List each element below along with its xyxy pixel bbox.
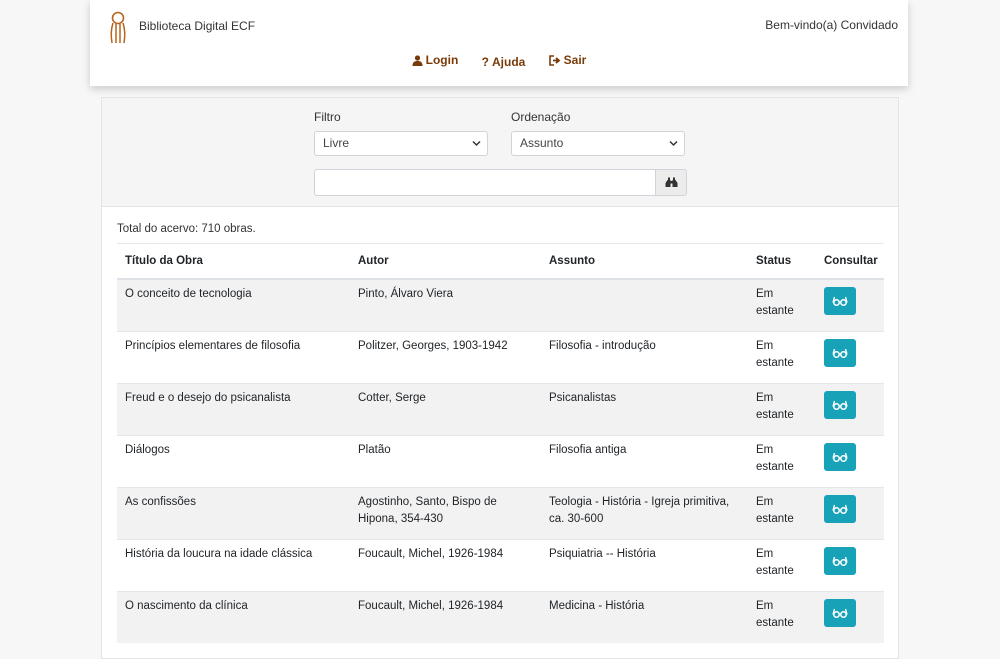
table-row: O nascimento da clínica Foucault, Michel… <box>117 590 884 643</box>
order-label: Ordenação <box>511 110 571 124</box>
question-icon: ? <box>481 54 489 69</box>
glasses-icon <box>832 296 848 306</box>
book-subject <box>541 278 748 331</box>
library-logo-icon <box>110 11 126 44</box>
filter-select[interactable]: Livre <box>314 131 488 156</box>
binoculars-icon <box>665 177 677 187</box>
table-row: As confissões Agostinho, Santo, Bispo de… <box>117 486 884 539</box>
column-header-consult: Consultar <box>816 243 884 280</box>
filter-label: Filtro <box>314 110 341 124</box>
book-title: Diálogos <box>117 434 350 487</box>
book-status: Em estante <box>748 590 816 643</box>
filter-select-value: Livre <box>323 136 350 150</box>
help-link[interactable]: ? Ajuda <box>482 55 526 69</box>
book-title: Princípios elementares de filosofia <box>117 330 350 383</box>
book-subject: Psiquiatria -- História <box>541 538 748 591</box>
column-header-status: Status <box>748 243 816 280</box>
consult-button[interactable] <box>824 287 856 315</box>
consult-button[interactable] <box>824 546 856 575</box>
consult-button[interactable] <box>824 338 856 367</box>
book-status: Em estante <box>748 434 816 487</box>
header: Biblioteca Digital ECF Bem-vindo(a) Conv… <box>90 0 908 86</box>
book-status: Em estante <box>748 538 816 591</box>
brand-title: Biblioteca Digital ECF <box>139 19 256 33</box>
table-row: Diálogos Platão Filosofia antiga Em esta… <box>117 434 884 487</box>
book-author: Pinto, Álvaro Viera <box>350 278 541 331</box>
book-subject: Medicina - História <box>541 590 748 643</box>
glasses-icon <box>832 348 848 358</box>
book-title: O nascimento da clínica <box>117 590 350 643</box>
book-status: Em estante <box>748 330 816 383</box>
book-subject: Psicanalistas <box>541 382 748 435</box>
order-select-value: Assunto <box>520 136 564 150</box>
column-header-subject: Assunto <box>541 243 748 280</box>
book-status: Em estante <box>748 382 816 435</box>
book-author: Platão <box>350 434 541 487</box>
book-author: Agostinho, Santo, Bispo de Hipona, 354-4… <box>350 486 541 539</box>
glasses-icon <box>832 556 848 566</box>
table-row: Freud e o desejo do psicanalista Cotter,… <box>117 382 884 435</box>
book-status: Em estante <box>748 486 816 539</box>
exit-link[interactable]: Sair <box>548 53 587 67</box>
table-header-row: Título da Obra Autor Assunto Status Cons… <box>117 243 884 280</box>
book-author: Foucault, Michel, 1926-1984 <box>350 590 541 643</box>
book-subject: Teologia - História - Igreja primitiva, … <box>541 486 748 539</box>
book-title: As confissões <box>117 486 350 539</box>
column-header-title: Título da Obra <box>117 243 350 280</box>
books-table: Título da Obra Autor Assunto Status Cons… <box>117 243 884 643</box>
exit-label: Sair <box>563 53 587 67</box>
search-button[interactable] <box>656 169 687 196</box>
book-subject: Filosofia antiga <box>541 434 748 487</box>
sign-out-icon <box>548 54 561 66</box>
welcome-text: Bem-vindo(a) Convidado <box>765 18 898 32</box>
book-title: O conceito de tecnologia <box>117 278 350 331</box>
search-input[interactable] <box>314 169 656 196</box>
book-subject: Filosofia - introdução <box>541 330 748 383</box>
catalog-panel: Filtro Livre Ordenação Assunto Total do … <box>101 97 899 659</box>
user-icon <box>412 54 423 66</box>
consult-button[interactable] <box>824 442 856 471</box>
login-link[interactable]: Login <box>412 53 459 67</box>
table-row: O conceito de tecnologia Pinto, Álvaro V… <box>117 278 884 331</box>
consult-button[interactable] <box>824 598 856 627</box>
book-title: Freud e o desejo do psicanalista <box>117 382 350 435</box>
book-author: Foucault, Michel, 1926-1984 <box>350 538 541 591</box>
chevron-down-icon <box>472 140 481 147</box>
table-row: Princípios elementares de filosofia Poli… <box>117 330 884 383</box>
glasses-icon <box>832 400 848 410</box>
column-header-author: Autor <box>350 243 541 280</box>
total-count: Total do acervo: 710 obras. <box>117 223 256 235</box>
glasses-icon <box>832 608 848 618</box>
book-title: História da loucura na idade clássica <box>117 538 350 591</box>
book-status: Em estante <box>748 278 816 331</box>
help-label: Ajuda <box>491 54 526 69</box>
filter-area: Filtro Livre Ordenação Assunto <box>102 98 898 207</box>
login-label: Login <box>425 53 459 67</box>
consult-button[interactable] <box>824 494 856 523</box>
order-select[interactable]: Assunto <box>511 131 685 156</box>
top-nav: Login ? Ajuda Sair <box>90 53 908 69</box>
consult-button[interactable] <box>824 390 856 419</box>
book-author: Cotter, Serge <box>350 382 541 435</box>
chevron-down-icon <box>669 140 678 147</box>
book-author: Politzer, Georges, 1903-1942 <box>350 330 541 383</box>
glasses-icon <box>832 452 848 462</box>
glasses-icon <box>832 504 848 514</box>
table-row: História da loucura na idade clássica Fo… <box>117 538 884 591</box>
